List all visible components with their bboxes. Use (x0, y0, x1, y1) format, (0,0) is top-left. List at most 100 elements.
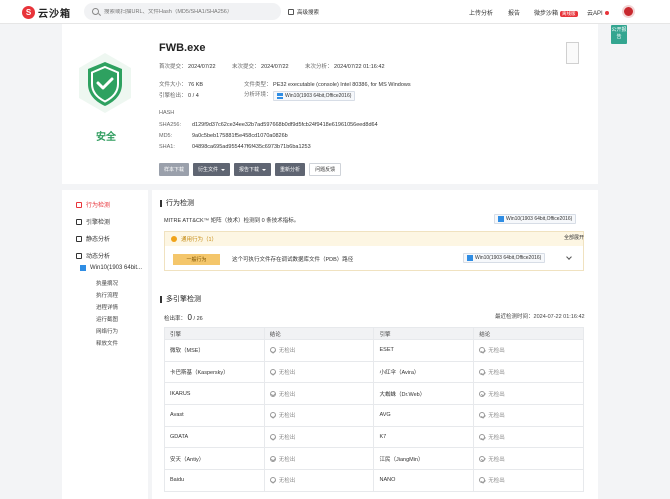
file-name: FWB.exe (159, 42, 206, 54)
engine-detection: 引擎检出： 0 / 4 (159, 91, 199, 99)
behavior-env[interactable]: Win10(1903 64bit,Office2016) (494, 214, 577, 224)
last-detection-value: 2024-07-22 01:16:42 (533, 314, 585, 320)
table-row: Baidu 无检出 NANO 无检出 (164, 469, 584, 492)
nav-sandbox[interactable]: 微步沙箱 离线版 (534, 8, 578, 17)
download-sample-button[interactable]: 样本下载 (159, 163, 190, 176)
sidebar-sub-screenshot[interactable]: 运行截图 (96, 315, 118, 323)
engine-name: 小红伞（Avira） (373, 360, 475, 384)
table-row: IKARUS 无检出 大蜘蛛（Dr.Web） 无检出 (164, 382, 584, 406)
check-circle-icon (479, 477, 486, 484)
engine-detection-label: 引擎检出： (159, 93, 187, 99)
logo[interactable]: S 云沙箱 (22, 5, 71, 20)
advanced-search-icon (288, 9, 294, 15)
sidebar-sub-dropped[interactable]: 释放文件 (96, 339, 118, 347)
sidebar-sub-summary[interactable]: 执量摘况 (96, 279, 118, 287)
derived-files-label: 衍生文件 (198, 167, 219, 173)
search-input[interactable] (104, 8, 274, 15)
public-report-badge[interactable]: 公开报告 (611, 25, 627, 44)
top-bar: S 云沙箱 高级搜索 上传分析 报告 微步沙箱离线版 云API (0, 0, 670, 24)
engine-result: 无检出 (263, 447, 375, 471)
sidebar-sub-process[interactable]: 进程详情 (96, 303, 118, 311)
engine-name: 卡巴斯基（Kaspersky） (164, 360, 265, 384)
nav-api[interactable]: 云API (587, 8, 609, 17)
detection-rate-label: 检出率： (164, 316, 187, 322)
sidebar-item-engine[interactable]: 引擎检测 (76, 217, 110, 226)
chevron-down-icon[interactable] (566, 254, 572, 260)
sidebar-item-behavior[interactable]: 行为检测 (76, 200, 110, 209)
chevron-down-icon (221, 168, 226, 171)
engine-icon (76, 218, 82, 225)
chevron-down-icon (262, 168, 267, 171)
avatar[interactable] (622, 5, 635, 18)
sidebar: 行为检测 引擎检测 静态分析 动态分析 Win10(1903 64bit... … (62, 190, 148, 499)
warning-icon (171, 236, 177, 242)
table-header-row: 引擎 结论 引擎 结论 (164, 327, 584, 340)
first-submit: 首次提交： 2024/07/22 (159, 62, 216, 70)
result-label: 无检出 (488, 478, 505, 485)
expand-all-button[interactable]: 全部展开 (564, 234, 584, 241)
sha1-row: SHA1: 04898ca695ad955447f6f435c6973b71b6b… (159, 144, 311, 150)
sha256-value[interactable]: d129f9d37c62ce34ee32b7ad597668b0df9d5fcb… (192, 122, 378, 128)
sidebar-item-static[interactable]: 静态分析 (76, 234, 110, 243)
file-size: 文件大小： 76 KB (159, 80, 203, 88)
result-not-detected: 无检出 (269, 346, 374, 354)
md5-row: MD5: 9a0c5beb175881f5e458cd1070a0826b (159, 133, 288, 139)
safe-shield-icon (74, 52, 136, 114)
sha1-value[interactable]: 04898ca695ad955447f6f435c6973b71b6ba1253 (192, 144, 311, 150)
feedback-button[interactable]: 问题反馈 (309, 163, 342, 176)
result-label: 无检出 (278, 370, 296, 377)
result-not-detected: 无检出 (269, 390, 374, 398)
env-tag[interactable]: Win10(1903 64bit,Office2016) (494, 214, 577, 224)
derived-files-button[interactable]: 衍生文件 (193, 163, 231, 176)
last-analysis-label: 末次分析： (305, 64, 333, 70)
col-result: 结论 (263, 327, 375, 340)
result-not-detected: 无检出 (479, 346, 583, 354)
check-circle-icon (269, 455, 276, 462)
engine-detection-value: 0 / 4 (188, 93, 199, 99)
result-not-detected: 无检出 (269, 411, 374, 419)
behavior-group-label: 通用行为（1） (181, 237, 218, 243)
result-label: 无检出 (488, 391, 505, 398)
search-icon (92, 8, 99, 15)
behavior-level-tag: 一般行为 (173, 253, 220, 265)
sidebar-sub-flow[interactable]: 执行流程 (96, 291, 118, 299)
env-tag[interactable]: Win10(1903 64bit,Office2016) (463, 253, 546, 263)
engine-result: 无检出 (473, 360, 584, 384)
result-not-detected: 无检出 (269, 476, 374, 484)
sidebar-sub-network[interactable]: 网络行为 (96, 327, 118, 335)
behavior-group-header[interactable]: 通用行为（1） (165, 232, 583, 246)
file-size-value: 76 KB (188, 82, 204, 88)
dynamic-icon (76, 252, 82, 259)
hash-label: HASH (159, 110, 175, 116)
report-download-button[interactable]: 报告下载 (234, 163, 272, 176)
engine-table-body: 微软（MSE） 无检出 ESET 无检出 卡巴斯基（Kaspersky） 无检出 小红伞（A… (164, 339, 584, 492)
result-not-detected: 无检出 (269, 368, 374, 377)
advanced-search-label: 高级搜索 (297, 10, 320, 16)
check-circle-icon (479, 390, 486, 397)
engine-name: Avast (164, 404, 265, 427)
env-tag[interactable]: Win10(1903 64bit,Office2016) (273, 91, 356, 102)
behavior-row[interactable]: 一般行为 这个可执行文件存在调试数据库文件（PDB）路径 Win10(1903 … (165, 246, 583, 272)
search-box[interactable] (84, 3, 281, 20)
reanalyze-button[interactable]: 重新分析 (275, 163, 306, 176)
result-label: 无检出 (278, 456, 296, 463)
md5-value[interactable]: 9a0c5beb175881f5e458cd1070a0826b (192, 133, 288, 139)
file-icon (566, 42, 579, 64)
engine-name: 江民（JiangMin） (373, 447, 475, 471)
last-submit-value: 2024/07/22 (261, 64, 289, 70)
behavior-icon (76, 201, 82, 208)
last-submit: 末次提交： 2024/07/22 (232, 62, 289, 70)
detection-rate: 检出率： 0 / 26 (164, 313, 203, 322)
result-not-detected: 无检出 (269, 433, 374, 441)
sidebar-item-label: 行为检测 (86, 203, 111, 209)
nav-upload[interactable]: 上传分析 (469, 8, 493, 17)
sidebar-item-dynamic[interactable]: 动态分析 (76, 251, 110, 260)
sidebar-item-env[interactable]: Win10(1903 64bit... (80, 265, 142, 271)
engine-name: AVG (373, 404, 475, 427)
result-label: 无检出 (488, 456, 505, 463)
result-not-detected: 无检出 (479, 368, 583, 376)
advanced-search-link[interactable]: 高级搜索 (288, 8, 319, 16)
mitre-summary: MITRE ATT&CK™ 矩阵（技术）检测到 0 条技术指标。 (164, 218, 300, 224)
nav-report[interactable]: 报告 (508, 8, 520, 17)
table-row: 卡巴斯基（Kaspersky） 无检出 小红伞（Avira） 无检出 (164, 360, 584, 384)
